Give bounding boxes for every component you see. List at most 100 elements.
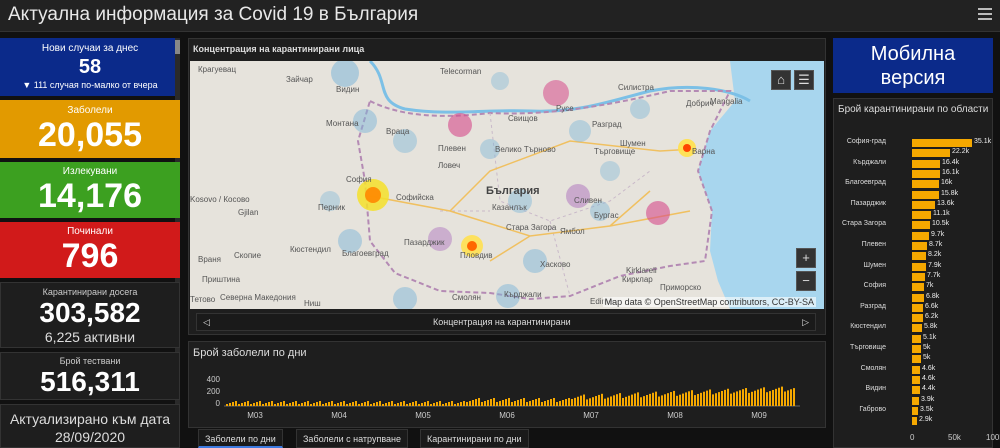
region-bar[interactable]	[912, 221, 930, 230]
region-bar[interactable]	[912, 272, 925, 281]
region-bar[interactable]	[912, 334, 921, 343]
region-bar[interactable]	[912, 139, 972, 147]
region-bar[interactable]	[912, 159, 940, 168]
daily-bar	[598, 394, 600, 406]
map-pager-label: Концентрация на карантинирани	[433, 317, 571, 327]
tab-0[interactable]: Заболели по дни	[198, 429, 283, 448]
region-bar[interactable]	[912, 375, 920, 384]
region-bar[interactable]	[912, 283, 924, 292]
region-bar[interactable]	[912, 303, 923, 312]
daily-bar	[352, 402, 354, 406]
daily-bar	[661, 395, 663, 406]
region-x-tick: 50k	[948, 433, 961, 442]
map-label: Свищов	[508, 114, 538, 123]
region-bar[interactable]	[912, 314, 923, 323]
layer-list-button[interactable]: ☰	[794, 70, 814, 90]
region-bar[interactable]	[912, 169, 940, 178]
recovered-value: 14,176	[38, 177, 142, 215]
daily-bar	[388, 402, 390, 406]
next-arrow-icon[interactable]: ▷	[802, 317, 809, 328]
y-tick-label: 0	[216, 399, 221, 408]
daily-bar	[490, 399, 492, 406]
zoom-out-button[interactable]: −	[796, 271, 816, 291]
region-bar[interactable]	[912, 293, 924, 302]
tab-1[interactable]: Заболели с натрупване	[296, 429, 408, 448]
region-bar-value: 16k	[941, 179, 953, 187]
daily-bar	[418, 404, 420, 406]
map-view[interactable]: Крагуевац Зайчар Видин Монтана Враца Плевен Ло…	[190, 61, 824, 309]
daily-bar	[415, 401, 417, 406]
region-bar[interactable]	[912, 149, 950, 158]
map-label: Перник	[318, 203, 346, 212]
daily-bar	[727, 388, 729, 406]
region-bar-value: 22.2k	[952, 148, 970, 156]
region-bar[interactable]	[912, 262, 926, 271]
region-bar[interactable]	[912, 406, 918, 415]
region-bar[interactable]	[912, 355, 921, 364]
quarantined-label: Карантинирани досега	[42, 287, 138, 297]
x-tick-label: M03	[247, 411, 263, 420]
daily-bar	[331, 401, 333, 406]
sick-card: Заболели 20,055	[0, 100, 180, 158]
map-label: Mangalia	[710, 97, 743, 106]
region-category-label: Пазарджик	[850, 199, 886, 207]
menu-icon[interactable]	[978, 8, 992, 22]
daily-bar	[703, 391, 705, 406]
region-bar[interactable]	[912, 211, 931, 220]
mobile-version-button[interactable]: Мобилна версия	[833, 38, 993, 93]
region-bar[interactable]	[912, 180, 939, 189]
map-label: Благоевград	[342, 249, 389, 258]
daily-bar	[628, 395, 630, 406]
region-bar[interactable]	[912, 252, 926, 261]
daily-bar	[679, 394, 681, 406]
daily-bar	[748, 392, 750, 406]
daily-bar	[610, 396, 612, 406]
region-bar[interactable]	[912, 396, 919, 405]
daily-bar	[427, 401, 429, 406]
prev-arrow-icon[interactable]: ◁	[203, 317, 210, 328]
daily-bar	[310, 404, 312, 406]
region-bar[interactable]	[912, 386, 920, 395]
map-label: Кирклар	[622, 275, 653, 284]
daily-bar	[721, 391, 723, 406]
region-bar-value: 10.5k	[932, 220, 950, 228]
region-bar[interactable]	[912, 200, 935, 209]
daily-bar	[448, 402, 450, 406]
region-bar[interactable]	[912, 345, 921, 353]
daily-bar	[226, 404, 228, 406]
map-label: Враца	[386, 127, 410, 136]
daily-bar	[454, 404, 456, 406]
home-button[interactable]: ⌂	[771, 70, 791, 90]
region-bar-value: 5.8k	[924, 323, 938, 331]
daily-bar	[745, 388, 747, 406]
map-pager: ◁ Концентрация на карантинирани ▷	[196, 313, 816, 331]
daily-bar	[508, 398, 510, 406]
region-bar[interactable]	[912, 242, 927, 250]
region-bar[interactable]	[912, 417, 917, 426]
daily-bar	[526, 402, 528, 406]
daily-bar	[688, 391, 690, 406]
daily-bar	[586, 399, 588, 406]
region-bar-value: 4.6k	[922, 364, 936, 372]
daily-bar	[718, 392, 720, 406]
map-label: Kirklareli	[626, 266, 657, 275]
zoom-in-button[interactable]: +	[796, 248, 816, 268]
region-bar[interactable]	[912, 231, 929, 240]
daily-bar	[730, 393, 732, 406]
daily-bar	[772, 389, 774, 406]
region-bar[interactable]	[912, 365, 920, 374]
region-x-tick: 100k	[986, 433, 1000, 442]
tab-2[interactable]: Карантинирани по дни	[420, 429, 529, 448]
daily-bar	[685, 392, 687, 406]
region-category-label: Кърджали	[853, 158, 886, 166]
cards-scrollbar-thumb[interactable]	[175, 40, 180, 54]
region-bar[interactable]	[912, 190, 939, 199]
map-label: Казанлък	[492, 203, 527, 212]
y-tick-label: 400	[207, 375, 221, 384]
region-bar[interactable]	[912, 324, 922, 333]
daily-bar	[760, 388, 762, 406]
daily-bar	[325, 403, 327, 406]
daily-bar	[451, 401, 453, 406]
region-category-label: София-град	[846, 138, 886, 145]
daily-bar	[682, 393, 684, 406]
